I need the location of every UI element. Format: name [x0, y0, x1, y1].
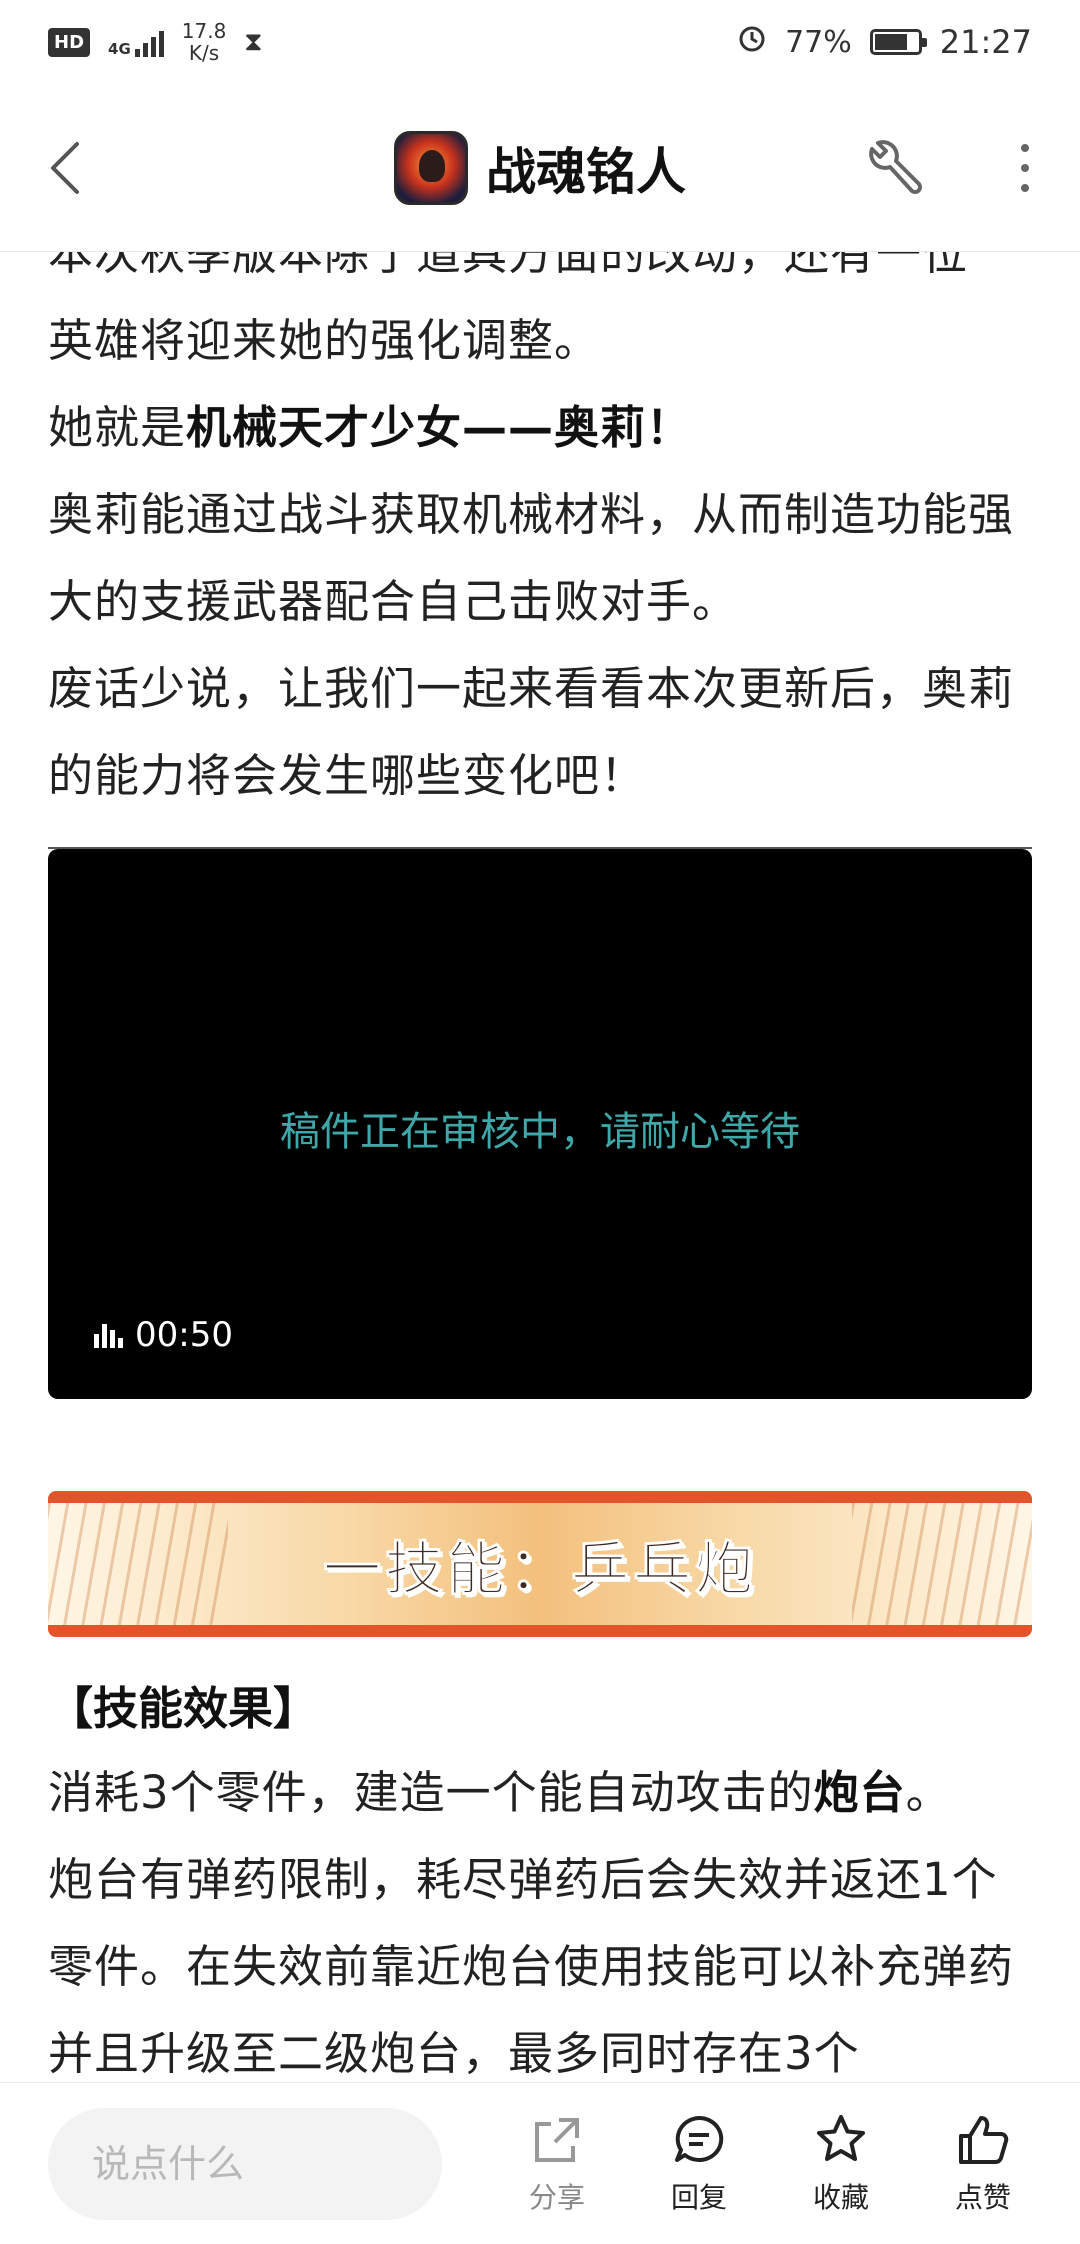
skill-effect-paragraph: 消耗3个零件，建造一个能自动攻击的炮台。	[48, 1766, 952, 1819]
wrench-icon	[869, 139, 922, 194]
more-options-button[interactable]	[1010, 133, 1040, 203]
battery-percent: 77%	[785, 24, 852, 60]
app-logo	[394, 130, 468, 205]
network-speed: 17.8 K/s	[181, 19, 227, 65]
battery-icon	[869, 29, 927, 55]
skill-banner-title: 一技能：乒乓炮	[322, 1535, 757, 1604]
video-duration: 00:50	[94, 1315, 233, 1355]
reply-button[interactable]: 回复	[628, 2112, 770, 2216]
skill-effect-paragraph: 炮台有弹药限制，耗尽弹药后会失效并返还1个零件。在失效前靠近炮台使用技能可以补充…	[48, 1853, 1015, 2080]
alarm-icon	[737, 23, 767, 61]
wrench-button[interactable]	[860, 133, 930, 203]
share-button[interactable]: 分享	[486, 2112, 628, 2216]
network-signal-icon: 4G	[108, 27, 164, 57]
status-left: HD 4G 17.8 K/s ⧗	[48, 20, 263, 64]
video-player[interactable]: 稿件正在审核中，请耐心等待 00:50	[48, 849, 1032, 1399]
more-dot-icon	[1021, 163, 1029, 172]
status-bar: HD 4G 17.8 K/s ⧗ 77% 21:27	[0, 0, 1080, 84]
article-paragraph: 奥莉能通过战斗获取机械材料，从而制造功能强大的支援武器配合自己击败对手。	[48, 488, 1015, 628]
share-icon	[535, 2117, 579, 2162]
thumbs-up-icon	[959, 2115, 1009, 2164]
like-button[interactable]: 点赞	[912, 2112, 1054, 2216]
hourglass-icon: ⧗	[244, 26, 263, 57]
comment-input[interactable]	[48, 2107, 442, 2220]
hero-name: 机械天才少女——奥莉！	[186, 401, 693, 454]
comment-icon	[675, 2115, 724, 2162]
partial-text-line: 本次秋季版本除了道具方面的改动，还有一位	[48, 252, 969, 280]
chevron-left-icon	[51, 141, 79, 194]
article-content: 本次秋季版本除了道具方面的改动，还有一位 英雄将迎来她的强化调整。 她就是机械天…	[48, 252, 1032, 2082]
skill-banner-image: 一技能：乒乓炮	[48, 1491, 1032, 1637]
page-title: 战魂铭人	[486, 142, 686, 201]
bar-chart-icon	[94, 1322, 123, 1348]
article-intro: 她就是机械天才少女——奥莉！	[48, 401, 693, 454]
article-paragraph: 废话少说，让我们一起来看看本次更新后，奥莉的能力将会发生哪些变化吧！	[48, 662, 1015, 802]
back-button[interactable]	[40, 133, 90, 203]
more-dot-icon	[1021, 143, 1029, 152]
article-paragraph: 英雄将迎来她的强化调整。	[48, 314, 601, 367]
section-title: 【技能效果】	[48, 1682, 319, 1735]
bottom-action-bar: 分享 回复 收藏 点赞	[0, 2082, 1080, 2244]
clock: 21:27	[939, 23, 1032, 61]
header-title-group: 战魂铭人	[394, 130, 686, 205]
top-nav: 战魂铭人	[0, 84, 1080, 252]
more-dot-icon	[1021, 183, 1029, 192]
video-review-message: 稿件正在审核中，请耐心等待	[280, 1109, 800, 1155]
star-icon	[817, 2114, 865, 2161]
action-group: 分享 回复 收藏 点赞	[486, 2112, 1054, 2216]
status-right: 77% 21:27	[737, 23, 1032, 61]
hd-badge: HD	[48, 27, 91, 57]
favorite-button[interactable]: 收藏	[770, 2112, 912, 2216]
